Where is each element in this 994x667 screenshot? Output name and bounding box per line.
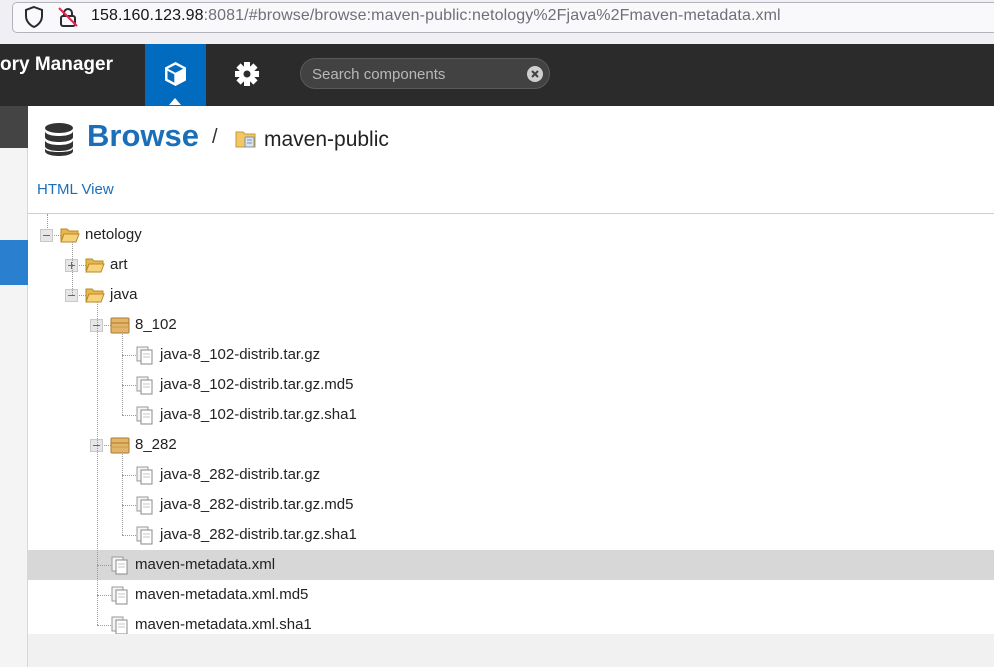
main-panel: Browse / maven-public HTML View netology… <box>28 106 994 667</box>
file-icon <box>111 556 128 575</box>
repository-group-icon <box>235 131 256 148</box>
tree-connector <box>97 565 111 566</box>
app-title: ory Manager <box>0 54 113 75</box>
html-view-link[interactable]: HTML View <box>37 181 114 198</box>
tree-node-label: 8_102 <box>135 316 177 333</box>
tree-row[interactable]: java-8_102-distrib.tar.gz.md5 <box>28 370 994 400</box>
file-icon <box>136 406 153 425</box>
package-icon <box>110 317 130 334</box>
tree-node-label: java-8_282-distrib.tar.gz.sha1 <box>160 526 357 543</box>
tree-guide <box>122 332 123 415</box>
tree-connector <box>122 535 136 536</box>
file-icon <box>136 496 153 515</box>
tree-row[interactable]: 8_282 <box>28 430 994 460</box>
tree-row[interactable]: art <box>28 250 994 280</box>
url-text[interactable]: 158.160.123.98:8081/#browse/browse:maven… <box>91 7 781 25</box>
browser-url-bar: 158.160.123.98:8081/#browse/browse:maven… <box>0 0 994 44</box>
tree-row[interactable]: 8_102 <box>28 310 994 340</box>
tree-row[interactable]: java-8_102-distrib.tar.gz.sha1 <box>28 400 994 430</box>
tree-row[interactable]: java-8_102-distrib.tar.gz <box>28 340 994 370</box>
tree-connector <box>97 625 111 626</box>
tree-row[interactable]: java-8_282-distrib.tar.gz <box>28 460 994 490</box>
file-icon <box>136 526 153 545</box>
clear-search-icon[interactable] <box>527 66 543 82</box>
breadcrumb-repository: maven-public <box>264 128 389 151</box>
folder-open-icon <box>85 288 105 303</box>
folder-open-icon <box>60 228 80 243</box>
tree-node-label: java-8_282-distrib.tar.gz.md5 <box>160 496 354 513</box>
page-title[interactable]: Browse <box>87 118 199 154</box>
search-box <box>300 58 550 89</box>
left-nav-header <box>0 106 28 148</box>
tree-node-label: art <box>110 256 128 273</box>
url-host: 158.160.123.98 <box>91 7 204 24</box>
tree-guide <box>47 214 48 228</box>
tree-connector <box>122 475 136 476</box>
tree-node-label: java-8_102-distrib.tar.gz <box>160 346 321 363</box>
left-nav-selected-item[interactable] <box>0 240 28 285</box>
tree-node-label: maven-metadata.xml.md5 <box>135 586 309 603</box>
file-icon <box>136 346 153 365</box>
tree-connector <box>122 355 136 356</box>
folder-open-icon <box>85 258 105 273</box>
tree-footer <box>28 634 994 667</box>
tree-guide <box>122 452 123 535</box>
tree-node-label: java-8_102-distrib.tar.gz.sha1 <box>160 406 357 423</box>
tree-node-label: java <box>110 286 138 303</box>
file-icon <box>111 586 128 605</box>
tree-node-label: netology <box>85 226 142 243</box>
tree-connector <box>97 595 111 596</box>
search-input[interactable] <box>312 64 517 84</box>
tree-node-label: maven-metadata.xml.sha1 <box>135 616 312 633</box>
tree-row[interactable]: maven-metadata.xml <box>28 550 994 580</box>
tree-row[interactable]: java-8_282-distrib.tar.gz.md5 <box>28 490 994 520</box>
url-port: :8081/#browse/browse:maven-public:netolo… <box>203 7 781 24</box>
browse-mode-button[interactable] <box>145 44 206 106</box>
tree-row[interactable]: java-8_282-distrib.tar.gz.sha1 <box>28 520 994 550</box>
file-icon <box>111 616 128 635</box>
breadcrumb-separator: / <box>212 126 218 148</box>
tree-node-label: java-8_102-distrib.tar.gz.md5 <box>160 376 354 393</box>
tree-connector <box>122 385 136 386</box>
active-indicator <box>169 98 181 105</box>
file-icon <box>136 466 153 485</box>
database-icon <box>45 123 73 156</box>
collapse-toggle[interactable] <box>40 229 53 242</box>
left-navigation <box>0 106 28 667</box>
app-header: ory Manager <box>0 44 994 106</box>
tree-row[interactable]: java <box>28 280 994 310</box>
tree-connector <box>122 505 136 506</box>
component-tree: netology art java 8_102 java-8_102-distrib.t… <box>28 214 994 635</box>
shield-icon[interactable] <box>23 5 45 29</box>
tree-row[interactable]: maven-metadata.xml.md5 <box>28 580 994 610</box>
tree-node-label: maven-metadata.xml <box>135 556 276 573</box>
file-icon <box>136 376 153 395</box>
insecure-lock-icon[interactable] <box>56 5 80 29</box>
tree-node-label: java-8_282-distrib.tar.gz <box>160 466 321 483</box>
cube-icon <box>165 62 186 86</box>
tree-node-label: 8_282 <box>135 436 177 453</box>
tree-guide <box>72 242 73 295</box>
tree-guide <box>97 302 98 625</box>
gear-icon[interactable] <box>229 56 265 92</box>
tree-connector <box>122 415 136 416</box>
package-icon <box>110 437 130 454</box>
tree-row[interactable]: netology <box>28 220 994 250</box>
